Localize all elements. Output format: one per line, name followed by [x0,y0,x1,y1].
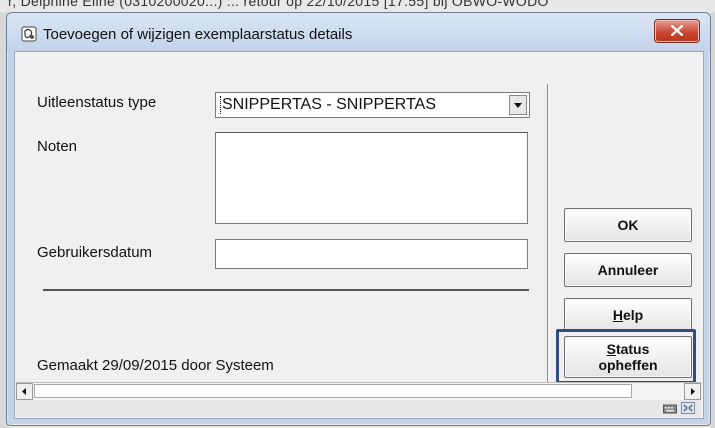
notes-label: Noten [37,138,78,155]
status-label-line2: opheffen [598,357,658,373]
help-button[interactable]: Help [564,298,692,332]
app-icon [21,26,37,42]
arrow-left-icon [22,388,26,395]
user-date-label: Gebruikersdatum [37,244,153,261]
status-bar-icons [662,401,695,419]
chevron-down-icon [514,103,522,108]
title-bar[interactable]: Toevoegen of wijzigen exemplaarstatus de… [7,13,710,51]
status-accelerator: S [606,341,616,357]
dialog-body: Uitleenstatus type SNIPPERTAS - SNIPPERT… [14,51,704,419]
ok-button[interactable]: OK [564,208,692,242]
status-remove-button[interactable]: Status opheffen [564,336,692,378]
vertical-divider [547,84,548,404]
window-title: Toevoegen of wijzigen exemplaarstatus de… [43,26,353,43]
close-icon [671,25,683,36]
dialog-window: Toevoegen of wijzigen exemplaarstatus de… [6,12,711,426]
arrow-right-icon [691,388,695,395]
scroll-thumb[interactable] [34,384,632,398]
close-button[interactable] [654,19,700,43]
notes-textarea[interactable] [215,132,528,224]
loan-status-label: Uitleenstatus type [37,94,157,111]
background-window-text: r, Delphine Eline (0310200020...) ... re… [0,0,715,12]
dropdown-button[interactable] [509,95,527,115]
cancel-button[interactable]: Annuleer [564,253,692,287]
loan-status-value: SNIPPERTAS - SNIPPERTAS [220,96,436,114]
horizontal-scrollbar[interactable] [16,382,701,400]
created-info: Gemaakt 29/09/2015 door Systeem [37,357,274,374]
help-accelerator: H [612,307,623,323]
resize-grip-icon[interactable] [681,402,695,414]
user-date-field[interactable] [215,239,528,269]
help-label: elp [622,307,644,323]
scroll-right-button[interactable] [684,383,701,400]
keyboard-icon [662,404,677,414]
loan-status-select[interactable]: SNIPPERTAS - SNIPPERTAS [215,92,530,118]
status-bar [16,400,701,417]
divider [43,289,529,291]
status-label-line1: tatus [615,341,650,357]
background-window-edge-right [711,12,715,428]
scroll-left-button[interactable] [16,383,33,400]
